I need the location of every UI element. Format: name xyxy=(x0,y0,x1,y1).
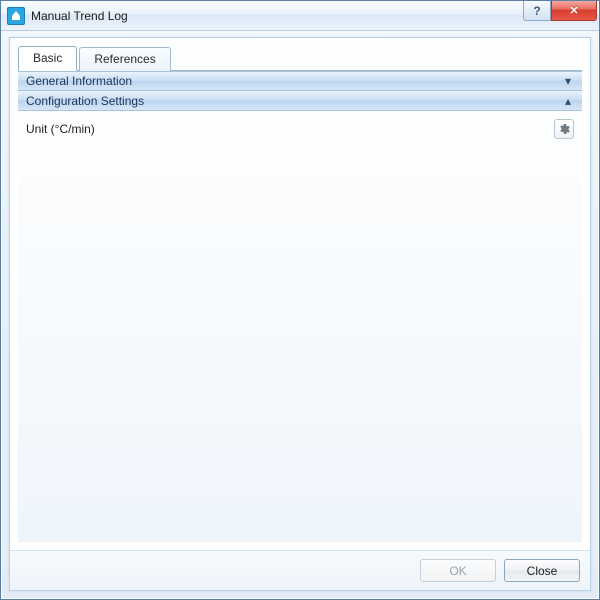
window-title: Manual Trend Log xyxy=(31,9,128,23)
tab-label: References xyxy=(94,52,155,66)
property-name: Unit (°C/min) xyxy=(26,122,554,136)
help-icon: ? xyxy=(533,4,540,18)
ok-button: OK xyxy=(420,559,496,582)
gear-icon xyxy=(558,123,570,135)
tab-label: Basic xyxy=(33,51,62,65)
tab-references[interactable]: References xyxy=(79,47,170,71)
tabs: Basic References xyxy=(10,38,590,70)
window-buttons: ? ✕ xyxy=(523,1,599,30)
window-close-button[interactable]: ✕ xyxy=(551,1,597,21)
tab-body-basic: General Information ▾ Configuration Sett… xyxy=(18,71,582,542)
titlebar[interactable]: Manual Trend Log ? ✕ xyxy=(1,1,599,31)
close-button[interactable]: Close xyxy=(504,559,580,582)
chevron-up-icon: ▴ xyxy=(562,94,574,108)
dialog-buttons: OK Close xyxy=(10,550,590,590)
configure-unit-button[interactable] xyxy=(554,119,574,139)
app-icon xyxy=(7,7,25,25)
section-general-information[interactable]: General Information ▾ xyxy=(18,71,582,91)
tab-basic[interactable]: Basic xyxy=(18,46,77,71)
section-body-configuration: Unit (°C/min) xyxy=(18,111,582,147)
section-title: General Information xyxy=(26,74,562,88)
property-row-unit: Unit (°C/min) xyxy=(26,117,574,141)
client-area: Basic References General Information ▾ C… xyxy=(9,37,591,591)
help-button[interactable]: ? xyxy=(523,1,551,21)
chevron-down-icon: ▾ xyxy=(562,74,574,88)
close-icon: ✕ xyxy=(569,4,578,17)
dialog-window: Manual Trend Log ? ✕ Basic References Ge… xyxy=(0,0,600,600)
section-title: Configuration Settings xyxy=(26,94,562,108)
section-configuration-settings[interactable]: Configuration Settings ▴ xyxy=(18,91,582,111)
